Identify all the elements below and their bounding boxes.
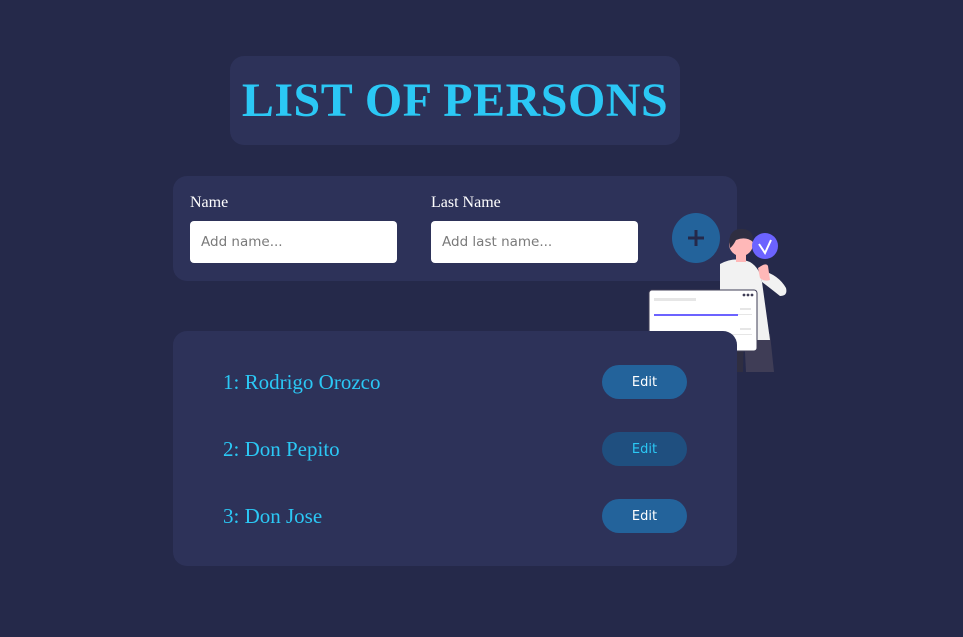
list-item: 3: Don Jose Edit: [223, 499, 687, 533]
page-title: LIST OF PERSONS: [241, 74, 669, 127]
edit-button[interactable]: Edit: [602, 432, 687, 466]
persons-list: 1: Rodrigo Orozco Edit 2: Don Pepito Edi…: [173, 331, 737, 566]
last-name-input[interactable]: [431, 221, 638, 263]
name-field-group: Name: [190, 194, 397, 263]
name-input[interactable]: [190, 221, 397, 263]
name-label: Name: [190, 194, 229, 211]
edit-button[interactable]: Edit: [602, 499, 687, 533]
person-name: 3: Don Jose: [223, 503, 323, 528]
person-name: 1: Rodrigo Orozco: [223, 369, 381, 394]
person-name: 2: Don Pepito: [223, 436, 340, 461]
title-card: LIST OF PERSONS: [230, 56, 680, 145]
list-item: 1: Rodrigo Orozco Edit: [223, 365, 687, 399]
list-item: 2: Don Pepito Edit: [223, 432, 687, 466]
last-name-label: Last Name: [431, 194, 501, 211]
last-name-field-group: Last Name: [431, 194, 638, 263]
edit-button[interactable]: Edit: [602, 365, 687, 399]
